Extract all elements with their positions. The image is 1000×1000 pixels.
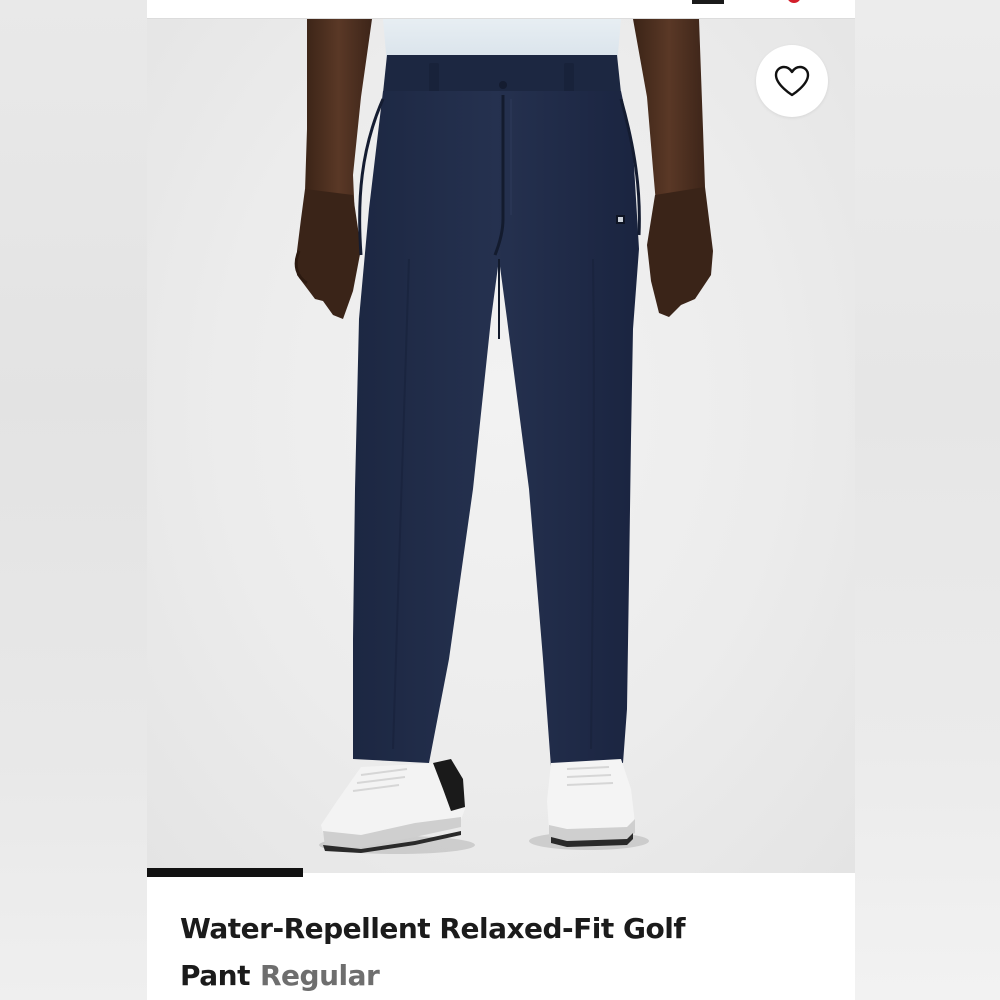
product-image-carousel[interactable] [147,19,855,873]
heart-outline-icon [774,65,810,97]
carousel-progress [147,868,855,877]
background-left-panel [0,0,147,1000]
fit-label: Regular [259,959,380,992]
product-title-line1: Water-Repellent Relaxed-Fit Golf [180,912,686,945]
product-image [294,19,713,854]
background-right-panel [854,0,1000,1000]
bag-badge-icon[interactable] [787,0,801,3]
favorite-button[interactable] [756,45,828,117]
menu-icon[interactable] [692,0,724,4]
product-page: Water-Repellent Relaxed-Fit Golf Pant Reg… [147,0,855,1000]
carousel-indicator [147,868,303,877]
product-info: Water-Repellent Relaxed-Fit Golf Pant Reg… [180,905,820,999]
product-title-line2: Pant [180,959,250,992]
top-bar [147,0,855,19]
product-title: Water-Repellent Relaxed-Fit Golf Pant Reg… [180,905,820,999]
